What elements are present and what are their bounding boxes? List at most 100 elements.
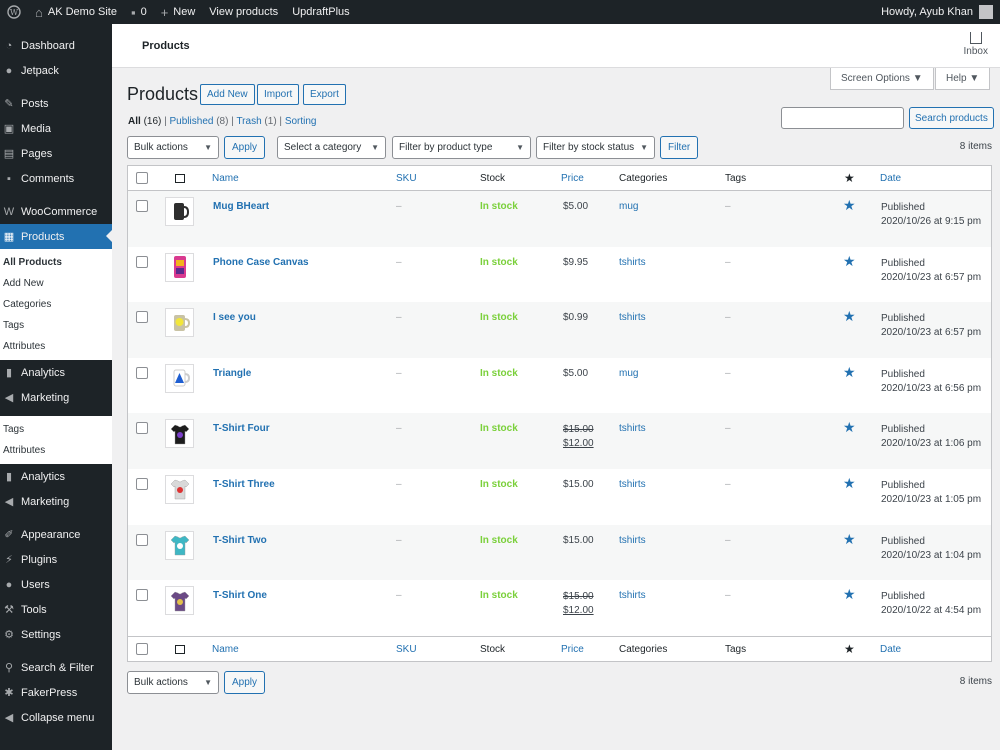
category-link[interactable]: tshirts [619,535,646,546]
sidebar-item-plugins[interactable]: ⚡ Plugins [0,547,112,572]
product-type-filter-select[interactable]: Filter by product type ▼ [392,136,531,159]
product-thumbnail[interactable] [165,308,194,338]
product-thumbnail[interactable] [165,474,194,504]
inbox-button[interactable]: Inbox [964,32,988,57]
updraftplus-link[interactable]: UpdraftPlus [285,0,356,24]
bulk-actions-select[interactable]: Bulk actions ▼ [127,136,219,159]
product-thumbnail[interactable] [165,252,194,282]
product-name-link[interactable]: I see you [213,312,256,323]
product-name-link[interactable]: T-Shirt Four [213,423,270,434]
category-filter-select[interactable]: Select a category ▼ [277,136,386,159]
add-new-button[interactable]: Add New [200,84,255,105]
featured-star-icon[interactable]: ★ [844,171,855,185]
sidebar-item-fakerpress[interactable]: ✱ FakerPress [0,680,112,705]
apply-button-bottom[interactable]: Apply [224,671,266,694]
bulk-actions-select-bottom[interactable]: Bulk actions ▼ [127,671,219,694]
sidebar-item-analytics[interactable]: ▮ Analytics [0,360,112,385]
submenu-item[interactable]: All Products [0,252,112,273]
header-name[interactable]: Name [212,644,239,655]
sidebar-item-woocommerce[interactable]: W WooCommerce [0,199,112,224]
search-products-button[interactable]: Search products [909,107,994,129]
category-link[interactable]: tshirts [619,590,646,601]
sidebar-item-marketing[interactable]: ◀ Marketing [0,385,112,410]
site-name-link[interactable]: ⌂ AK Demo Site [28,0,124,24]
row-checkbox[interactable] [136,200,148,212]
account-menu[interactable]: Howdy, Ayub Khan [874,0,1000,24]
apply-button[interactable]: Apply [224,136,266,159]
header-date[interactable]: Date [880,644,901,655]
submenu-item[interactable]: Tags [0,419,112,440]
product-name-link[interactable]: Phone Case Canvas [213,257,309,268]
row-checkbox[interactable] [136,533,148,546]
sidebar-item-products[interactable]: ▦ Products [0,224,112,249]
export-button[interactable]: Export [303,84,346,105]
submenu-item[interactable]: Attributes [0,336,112,357]
category-link[interactable]: tshirts [619,479,646,490]
sidebar-item-comments[interactable]: ▪ Comments [0,166,112,191]
submenu-item[interactable]: Attributes [0,440,112,461]
product-thumbnail[interactable] [165,197,194,226]
header-sku[interactable]: SKU [396,173,417,184]
sidebar-item-appearance[interactable]: ✐ Appearance [0,522,112,547]
submenu-item[interactable]: Categories [0,294,112,315]
view-all[interactable]: All (16) [128,116,161,127]
sidebar-item-marketing[interactable]: ◀ Marketing [0,489,112,514]
category-link[interactable]: mug [619,201,638,212]
sidebar-item-users[interactable]: ● Users [0,572,112,597]
filter-button[interactable]: Filter [660,136,699,159]
row-checkbox[interactable] [136,589,148,602]
view-published[interactable]: Published (8) [170,116,229,127]
sidebar-item-posts[interactable]: ✎ Posts [0,91,112,116]
screen-options-button[interactable]: Screen Options ▼ [830,68,934,90]
wordpress-logo-icon[interactable]: W [0,0,28,24]
product-name-link[interactable]: Mug BHeart [213,201,269,212]
product-name-link[interactable]: T-Shirt Three [213,479,275,490]
featured-star-icon[interactable]: ★ [843,586,856,603]
sidebar-item-collapse-menu[interactable]: ◀ Collapse menu [0,705,112,730]
header-sku[interactable]: SKU [396,644,417,655]
featured-star-icon[interactable]: ★ [843,253,856,270]
featured-star-icon[interactable]: ★ [843,364,856,381]
product-thumbnail[interactable] [165,419,194,449]
product-thumbnail[interactable] [165,363,194,393]
featured-star-icon[interactable]: ★ [843,308,856,325]
view-sorting[interactable]: Sorting [285,116,317,127]
sidebar-item-dashboard[interactable]: ◔ Dashboard [0,33,112,58]
comments-link[interactable]: ▪ 0 [124,0,154,24]
row-checkbox[interactable] [136,255,148,268]
featured-star-icon[interactable]: ★ [843,475,856,492]
sidebar-item-pages[interactable]: ▤ Pages [0,141,112,166]
stock-status-filter-select[interactable]: Filter by stock status ▼ [536,136,655,159]
import-button[interactable]: Import [257,84,300,105]
help-button[interactable]: Help ▼ [935,68,991,90]
category-link[interactable]: tshirts [619,312,646,323]
submenu-item[interactable]: Add New [0,273,112,294]
product-name-link[interactable]: T-Shirt Two [213,535,267,546]
header-price[interactable]: Price [561,173,584,184]
view-trash[interactable]: Trash (1) [236,116,276,127]
sidebar-item-search-filter[interactable]: ⚲ Search & Filter [0,655,112,680]
header-date[interactable]: Date [880,173,901,184]
row-checkbox[interactable] [136,366,148,379]
product-name-link[interactable]: T-Shirt One [213,590,267,601]
row-checkbox[interactable] [136,422,148,435]
featured-star-icon[interactable]: ★ [843,419,856,436]
sidebar-item-settings[interactable]: ⚙ Settings [0,622,112,647]
product-name-link[interactable]: Triangle [213,368,251,379]
new-content-link[interactable]: + New [154,0,203,24]
submenu-item[interactable]: Tags [0,315,112,336]
sidebar-item-analytics[interactable]: ▮ Analytics [0,464,112,489]
sidebar-item-tools[interactable]: ⚒ Tools [0,597,112,622]
search-input[interactable] [781,107,904,129]
select-all-checkbox[interactable] [136,642,148,655]
sidebar-item-media[interactable]: ▣ Media [0,116,112,141]
category-link[interactable]: tshirts [619,257,646,268]
featured-star-icon[interactable]: ★ [843,197,856,214]
header-name[interactable]: Name [212,173,239,184]
row-checkbox[interactable] [136,311,148,324]
featured-star-icon[interactable]: ★ [844,642,855,656]
category-link[interactable]: mug [619,368,638,379]
select-all-checkbox[interactable] [136,172,148,184]
category-link[interactable]: tshirts [619,423,646,434]
header-price[interactable]: Price [561,644,584,655]
